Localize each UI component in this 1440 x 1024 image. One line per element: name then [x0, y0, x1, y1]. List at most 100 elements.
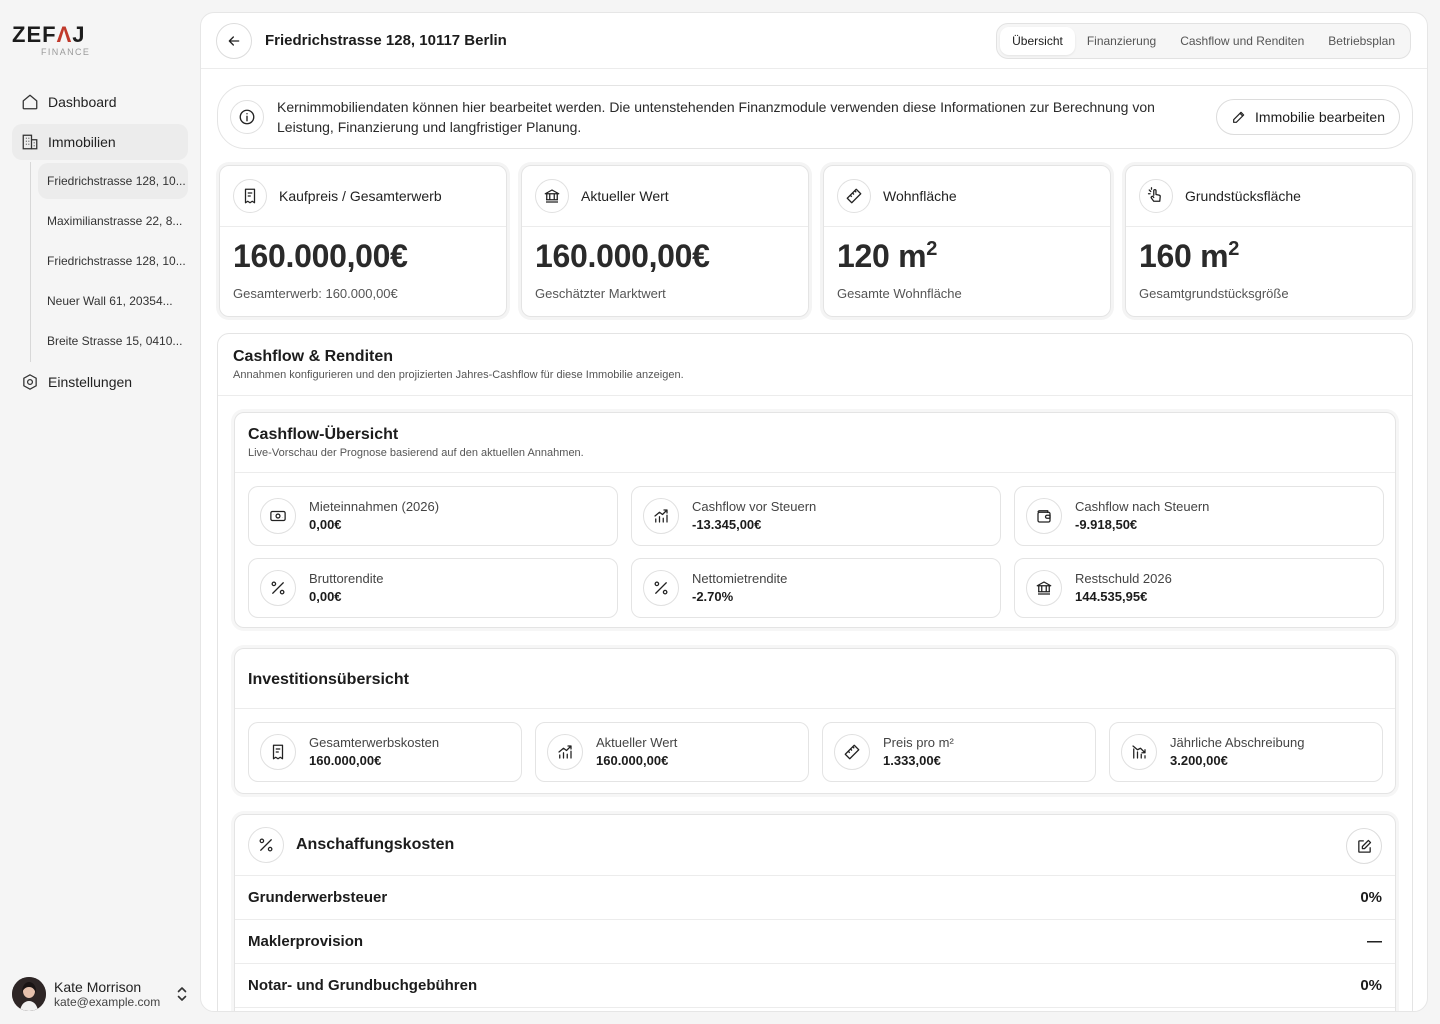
property-item[interactable]: Maximilianstrasse 22, 8... [38, 203, 188, 239]
back-button[interactable] [216, 23, 252, 59]
cost-value: — [1367, 933, 1382, 950]
percent-icon [643, 570, 679, 606]
metric-cashflow-nach-steuern: Cashflow nach Steuern -9.918,50€ [1014, 486, 1384, 546]
sidebar-item-immobilien[interactable]: Immobilien [12, 124, 188, 160]
ruler-icon [837, 179, 871, 213]
kpi-value: 160 m2 [1139, 238, 1240, 274]
metric-restschuld: Restschuld 2026 144.535,95€ [1014, 558, 1384, 618]
card-subtitle: Live-Vorschau der Prognose basierend auf… [248, 447, 584, 459]
metric-preis-pro-m2: Preis pro m² 1.333,00€ [822, 722, 1096, 782]
sidebar-item-label: Einstellungen [48, 374, 133, 390]
home-icon [20, 92, 40, 112]
settings-icon [20, 372, 40, 392]
metric-value: -13.345,00€ [692, 517, 762, 532]
user-email: kate@example.com [54, 994, 161, 1009]
metric-value: 0,00€ [309, 517, 342, 532]
brand-sub: FINANCE [41, 47, 91, 57]
metric-mieteinnahmen: Mieteinnahmen (2026) 0,00€ [248, 486, 618, 546]
main-panel: Friedrichstrasse 128, 10117 Berlin Übers… [200, 12, 1428, 1012]
chart-down-icon [1121, 734, 1157, 770]
sidebar-item-label: Immobilien [48, 134, 116, 150]
metric-value: 144.535,95€ [1075, 589, 1148, 604]
tab-uebersicht[interactable]: Übersicht [1000, 27, 1075, 55]
cost-label: Grunderwerbsteuer [248, 889, 388, 906]
bank-icon [535, 179, 569, 213]
metric-label: Preis pro m² [883, 735, 954, 750]
metric-value: 3.200,00€ [1170, 753, 1228, 768]
metric-label: Nettomietrendite [692, 571, 788, 586]
kpi-sub: Gesamterwerb: 160.000,00€ [233, 286, 398, 301]
kpi-card-grundstuecksflaeche: Grundstücksfläche 160 m2 Gesamtgrundstüc… [1125, 165, 1413, 317]
tab-betriebsplan[interactable]: Betriebsplan [1316, 27, 1407, 55]
metric-value: 160.000,00€ [309, 753, 382, 768]
kpi-card-kaufpreis: Kaufpreis / Gesamterwerb 160.000,00€ Ges… [219, 165, 507, 317]
edit-property-button[interactable]: Immobilie bearbeiten [1216, 99, 1400, 135]
section-title: Cashflow & Renditen [233, 348, 394, 365]
kpi-card-wohnflaeche: Wohnfläche 120 m2 Gesamte Wohnfläche [823, 165, 1111, 317]
card-title: Anschaffungskosten [296, 836, 455, 853]
ruler-icon [834, 734, 870, 770]
user-menu[interactable]: Kate Morrison kate@example.com [12, 976, 192, 1012]
brand-logo[interactable]: ZEFΛJ FINANCE [12, 22, 91, 58]
kpi-label: Aktueller Wert [581, 188, 669, 204]
kpi-sub: Geschätzter Marktwert [535, 286, 666, 301]
chart-up-icon [547, 734, 583, 770]
metric-label: Mieteinnahmen (2026) [309, 499, 440, 514]
metric-label: Jährliche Abschreibung [1170, 735, 1305, 750]
bank-icon [1026, 570, 1062, 606]
chart-up-icon [643, 498, 679, 534]
building-icon [20, 132, 40, 152]
metric-label: Bruttorendite [309, 571, 384, 586]
metric-value: -2.70% [692, 589, 734, 604]
percent-icon [260, 570, 296, 606]
property-item[interactable]: Breite Strasse 15, 0410... [38, 323, 188, 359]
wallet-icon [1026, 498, 1062, 534]
edit-acquisition-button[interactable] [1346, 828, 1382, 864]
info-text: Kernimmobiliendaten können hier bearbeit… [277, 99, 1155, 135]
kpi-value: 120 m2 [837, 238, 938, 274]
cost-row-notar-grundbuch: Notar- und Grundbuchgebühren 0% [235, 963, 1395, 1007]
kpi-sub: Gesamtgrundstücksgröße [1139, 286, 1289, 301]
kpi-sub: Gesamte Wohnfläche [837, 286, 962, 301]
sidebar-item-einstellungen[interactable]: Einstellungen [12, 364, 188, 400]
info-banner: Kernimmobiliendaten können hier bearbeit… [217, 85, 1413, 149]
edit-property-label: Immobilie bearbeiten [1255, 109, 1385, 125]
section-subtitle: Annahmen konfigurieren und den projizier… [233, 369, 684, 381]
property-item[interactable]: Friedrichstrasse 128, 10... [38, 163, 188, 199]
arrow-left-icon [226, 33, 242, 49]
brand-name: ZEFΛJ [12, 22, 86, 47]
cost-value: 0% [1360, 889, 1382, 906]
metric-label: Gesamterwerbskosten [309, 735, 440, 750]
metric-aktueller-wert: Aktueller Wert 160.000,00€ [535, 722, 809, 782]
chevron-up-down-icon[interactable] [176, 985, 188, 1003]
acquisition-costs-card: Anschaffungskosten Grunderwerbsteuer 0% … [234, 814, 1396, 1011]
metric-gesamterwerbskosten: Gesamterwerbskosten 160.000,00€ [248, 722, 522, 782]
metric-value: 0,00€ [309, 589, 342, 604]
property-item[interactable]: Friedrichstrasse 128, 10... [38, 243, 188, 279]
sidebar: ZEFΛJ FINANCE Dashboard Immobilien Fried… [0, 0, 200, 1024]
metric-value: -9.918,50€ [1075, 517, 1138, 532]
kpi-value: 160.000,00€ [233, 238, 408, 274]
topbar: Friedrichstrasse 128, 10117 Berlin Übers… [201, 13, 1427, 69]
metric-cashflow-vor-steuern: Cashflow vor Steuern -13.345,00€ [631, 486, 1001, 546]
cost-row-grunderwerbsteuer: Grunderwerbsteuer 0% [235, 875, 1395, 919]
sidebar-item-dashboard[interactable]: Dashboard [12, 84, 188, 120]
kpi-value: 160.000,00€ [535, 238, 710, 274]
metric-label: Restschuld 2026 [1075, 571, 1172, 586]
metric-bruttorendite: Bruttorendite 0,00€ [248, 558, 618, 618]
tab-finanzierung[interactable]: Finanzierung [1075, 27, 1168, 55]
property-item[interactable]: Neuer Wall 61, 20354... [38, 283, 188, 319]
cost-label: Notar- und Grundbuchgebühren [248, 977, 478, 994]
cashflow-section: Cashflow & Renditen Annahmen konfigurier… [217, 333, 1413, 1011]
metric-nettomietrendite: Nettomietrendite -2.70% [631, 558, 1001, 618]
cost-row-maklerprovision: Maklerprovision — [235, 919, 1395, 963]
kpi-label: Kaufpreis / Gesamterwerb [279, 188, 442, 204]
property-list: Friedrichstrasse 128, 10... Maximilianst… [30, 162, 190, 362]
metric-value: 160.000,00€ [596, 753, 669, 768]
tab-cashflow[interactable]: Cashflow und Renditen [1168, 27, 1316, 55]
user-name: Kate Morrison [54, 978, 142, 995]
banknote-icon [260, 498, 296, 534]
cost-value: 0% [1360, 977, 1382, 994]
investment-overview-card: Investitionsübersicht Gesamterwerbskoste… [234, 648, 1396, 794]
cashflow-overview-card: Cashflow-Übersicht Live-Vorschau der Pro… [234, 412, 1396, 628]
